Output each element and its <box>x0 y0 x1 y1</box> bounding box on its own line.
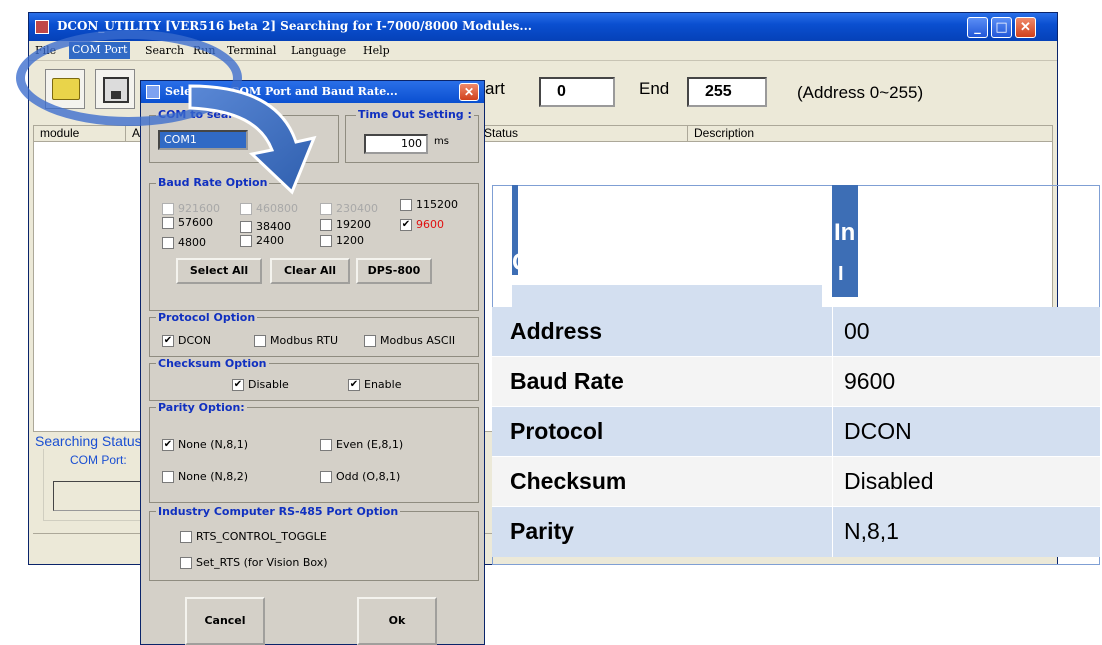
baud-230400-checkbox[interactable]: 230400 <box>320 202 378 215</box>
com-port-label: COM Port: <box>70 453 127 467</box>
column-status[interactable]: Status <box>478 126 688 141</box>
close-button[interactable]: ✕ <box>1015 17 1036 38</box>
dps-800-button[interactable]: DPS-800 <box>356 258 432 284</box>
menu-language[interactable]: Language <box>291 44 346 57</box>
table-row: Checksum Disabled <box>492 457 1100 507</box>
baud-4800-checkbox[interactable]: 4800 <box>162 236 206 249</box>
dialog-close-button[interactable]: ✕ <box>459 83 479 101</box>
select-all-button[interactable]: Select All <box>176 258 262 284</box>
rts-control-toggle-checkbox[interactable]: RTS_CONTROL_TOGGLE <box>180 530 327 543</box>
clear-all-button[interactable]: Clear All <box>270 258 350 284</box>
baud-19200-checkbox[interactable]: 19200 <box>320 218 371 231</box>
table-row: Protocol DCON <box>492 407 1100 457</box>
end-label: End <box>639 79 670 98</box>
ok-button[interactable]: Ok <box>357 597 437 645</box>
app-icon <box>35 20 49 34</box>
protocol-group: Protocol Option ✔ DCON Modbus RTU Modbus … <box>149 311 479 357</box>
baud-115200-checkbox[interactable]: 115200 <box>400 198 458 211</box>
header-right-clip: In I <box>832 215 858 297</box>
row-value: DCON <box>844 418 912 444</box>
protocol-dcon-checkbox[interactable]: ✔ DCON <box>162 334 211 347</box>
rs485-group: Industry Computer RS-485 Port Option RTS… <box>149 505 479 581</box>
row-key: Protocol <box>510 418 604 444</box>
header-left-clip: COM parameter <box>512 215 812 285</box>
baud-2400-checkbox[interactable]: 2400 <box>240 234 284 247</box>
timeout-unit: ms <box>434 136 449 147</box>
timeout-group-label: Time Out Setting : <box>356 108 474 121</box>
baud-57600-checkbox[interactable]: 57600 <box>162 216 213 229</box>
baud-1200-checkbox[interactable]: 1200 <box>320 234 364 247</box>
minimize-button[interactable]: _ <box>967 17 988 38</box>
row-value: 9600 <box>844 368 896 394</box>
checksum-group-label: Checksum Option <box>156 357 269 370</box>
address-range-hint: (Address 0~255) <box>797 83 924 102</box>
cancel-button[interactable]: Cancel <box>185 597 265 645</box>
baud-921600-checkbox[interactable]: 921600 <box>162 202 220 215</box>
menu-help[interactable]: Help <box>363 44 390 57</box>
row-value: N,8,1 <box>844 518 899 544</box>
set-rts-checkbox[interactable]: Set_RTS (for Vision Box) <box>180 556 328 569</box>
checksum-enable-checkbox[interactable]: ✔ Enable <box>348 378 401 391</box>
baud-9600-checkbox[interactable]: ✔ 9600 <box>400 218 444 231</box>
protocol-group-label: Protocol Option <box>156 311 258 324</box>
row-key: Address <box>510 318 603 344</box>
parity-even-checkbox[interactable]: Even (E,8,1) <box>320 438 403 451</box>
parity-group: Parity Option: ✔ None (N,8,1) Even (E,8,1… <box>149 401 479 503</box>
protocol-modbus-rtu-checkbox[interactable]: Modbus RTU <box>254 334 338 347</box>
checksum-group: Checksum Option ✔ Disable ✔ Enable <box>149 357 479 401</box>
menu-terminal[interactable]: Terminal <box>227 44 276 57</box>
table-row: Address 00 <box>492 307 1100 357</box>
row-key: Checksum <box>510 468 627 494</box>
column-module[interactable]: module <box>34 126 126 141</box>
column-description[interactable]: Description <box>688 126 1054 141</box>
parity-none-n81-checkbox[interactable]: ✔ None (N,8,1) <box>162 438 248 451</box>
baud-38400-checkbox[interactable]: 38400 <box>240 220 291 233</box>
row-key: Baud Rate <box>510 368 624 394</box>
parameter-table: COM parameter In I Address 00 Baud Rate … <box>492 185 1100 565</box>
timeout-group: Time Out Setting : 100 ms <box>345 108 479 163</box>
table-row: Parity N,8,1 <box>492 507 1100 557</box>
row-value: Disabled <box>844 468 934 494</box>
header-com-parameter: COM parameter <box>512 249 691 276</box>
checksum-disable-checkbox[interactable]: ✔ Disable <box>232 378 289 391</box>
row-value: 00 <box>844 318 870 344</box>
start-address-input[interactable]: 0 <box>539 77 615 107</box>
maximize-button[interactable]: □ <box>991 17 1012 38</box>
table-row: Baud Rate 9600 <box>492 357 1100 407</box>
rs485-group-label: Industry Computer RS-485 Port Option <box>156 505 401 518</box>
baud-460800-checkbox[interactable]: 460800 <box>240 202 298 215</box>
callout-arrow-icon <box>188 84 317 195</box>
timeout-input[interactable]: 100 <box>364 134 428 154</box>
parity-none-n82-checkbox[interactable]: None (N,8,2) <box>162 470 248 483</box>
row-key: Parity <box>510 518 574 544</box>
baud-rate-group: Baud Rate Option 921600 460800 230400 11… <box>149 176 479 311</box>
parity-odd-checkbox[interactable]: Odd (O,8,1) <box>320 470 400 483</box>
protocol-modbus-ascii-checkbox[interactable]: Modbus ASCII <box>364 334 455 347</box>
searching-status-title: Searching Status <box>35 433 146 449</box>
table-column-divider <box>832 307 833 557</box>
parity-group-label: Parity Option: <box>156 401 247 414</box>
header-info: In <box>834 219 856 246</box>
header-info-line2: I <box>838 263 844 285</box>
end-address-input[interactable]: 255 <box>687 77 767 107</box>
